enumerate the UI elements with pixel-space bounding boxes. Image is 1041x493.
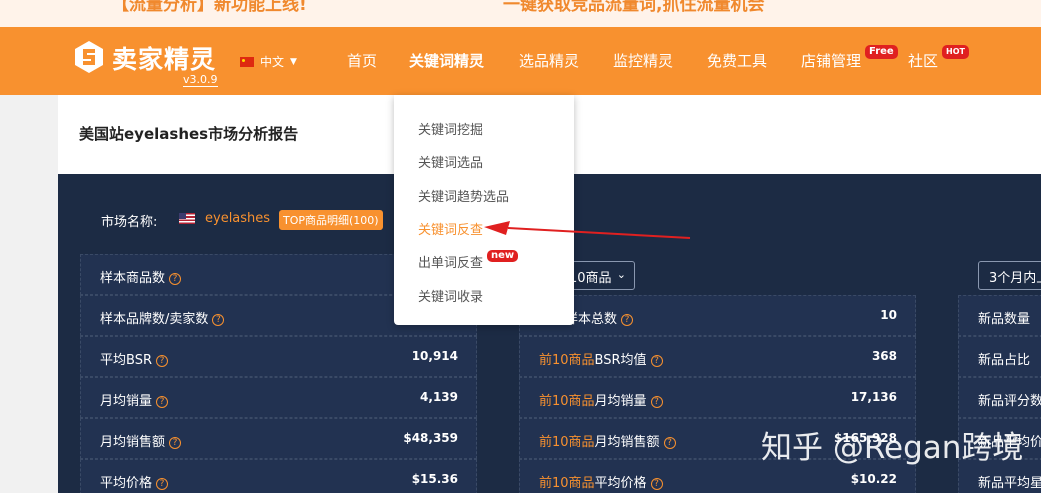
select-value: 10商品: [569, 271, 612, 286]
nav-store-management[interactable]: 店铺管理: [801, 50, 861, 71]
nav-keyword-wizard[interactable]: 关键词精灵: [409, 50, 484, 71]
market-name-label: 市场名称:: [101, 215, 158, 230]
red-arrow-icon: [484, 221, 691, 239]
nav-community[interactable]: 社区: [908, 50, 938, 71]
logo-hexagon-icon: [75, 41, 103, 73]
menu-item-reverse-asin[interactable]: 关键词反查: [418, 219, 483, 238]
menu-item-keyword-mining[interactable]: 关键词挖掘: [418, 119, 483, 138]
stat-row: 前10商品月均销量? 17,136: [519, 377, 916, 418]
stat-label: 前10商品月均销售额?: [539, 431, 676, 450]
stat-label: 平均BSR?: [100, 349, 168, 368]
stat-row: 新品评分数: [958, 377, 1041, 418]
help-icon[interactable]: ?: [650, 477, 663, 490]
chevron-down-icon: ⌄: [616, 268, 626, 281]
stat-row: 月均销售额? $48,359: [80, 418, 477, 459]
banner-left-text: 【流量分析】新功能上线!: [112, 0, 307, 15]
stat-label-text: 样本商品数: [100, 271, 166, 286]
nav-monitor-wizard[interactable]: 监控精灵: [613, 50, 673, 71]
us-flag-icon: [179, 213, 195, 224]
help-icon[interactable]: ?: [650, 395, 663, 408]
stat-value: 10: [880, 308, 897, 322]
select-value: 3个月内上: [989, 271, 1041, 286]
app-root: 【流量分析】新功能上线! 一键获取竞品流量词,抓住流量机会 卖家精灵 v3.0.…: [0, 0, 1041, 493]
top-products-tag[interactable]: TOP商品明细(100): [279, 210, 383, 230]
nav-home[interactable]: 首页: [347, 50, 377, 71]
menu-item-keyword-trend[interactable]: 关键词趋势选品: [418, 186, 509, 205]
stat-row: 商品样本总数? 10: [519, 295, 916, 336]
stat-label: 前10商品BSR均值?: [539, 349, 663, 368]
stat-label-text: 平均BSR: [100, 353, 152, 368]
stat-row: 平均BSR? 10,914: [80, 336, 477, 377]
stat-label: 月均销售额?: [100, 431, 182, 450]
help-icon[interactable]: ?: [650, 354, 663, 367]
keyword-wizard-dropdown: 关键词挖掘 关键词选品 关键词趋势选品 关键词反查 出单词反查 new 关键词收…: [394, 95, 574, 325]
china-flag-icon: [240, 56, 254, 67]
help-icon[interactable]: ?: [212, 313, 225, 326]
stat-row: 月均销量? 4,139: [80, 377, 477, 418]
stat-prefix: 前10商品: [539, 353, 595, 368]
stat-label-text: 月均销量: [100, 394, 153, 409]
help-icon[interactable]: ?: [663, 436, 676, 449]
stat-value: $15.36: [411, 472, 458, 486]
stat-label-text: 样本品牌数/卖家数: [100, 312, 209, 327]
free-badge: Free: [865, 45, 898, 59]
stat-label-text: BSR均值: [594, 353, 647, 368]
new-badge: new: [487, 250, 519, 262]
page-title: 美国站eyelashes市场分析报告: [79, 125, 299, 143]
brand-version: v3.0.9: [183, 73, 218, 87]
top-navbar: 卖家精灵 v3.0.9 中文 ▼ 首页 关键词精灵 选品精灵 监控精灵 免费工具…: [0, 27, 1041, 95]
hot-badge: HOT: [942, 45, 969, 59]
stat-label-text: 平均价格: [594, 476, 647, 491]
watermark: 知乎 @Regan跨境: [761, 430, 1024, 466]
stat-value: 10,914: [411, 349, 458, 363]
stat-row: 平均价格? $15.36: [80, 459, 477, 493]
help-icon[interactable]: ?: [155, 354, 168, 367]
stat-prefix: 前10商品: [539, 476, 595, 491]
stat-label-text: 月均销售额: [594, 435, 660, 450]
stat-label: 样本品牌数/卖家数?: [100, 308, 225, 327]
help-icon[interactable]: ?: [169, 272, 182, 285]
stat-value: 17,136: [850, 390, 897, 404]
stat-label: 新品评分数: [978, 394, 1041, 409]
language-label: 中文: [260, 55, 285, 69]
stat-label: 前10商品月均销量?: [539, 390, 663, 409]
stat-label: 样本商品数?: [100, 267, 182, 286]
stat-row: 前10商品BSR均值? 368: [519, 336, 916, 377]
stat-value: $10.22: [850, 472, 897, 486]
promo-banner[interactable]: 【流量分析】新功能上线! 一键获取竞品流量词,抓住流量机会: [0, 0, 1041, 27]
stat-label: 新品占比: [978, 353, 1031, 368]
stat-label-text: 月均销量: [594, 394, 647, 409]
nav-product-wizard[interactable]: 选品精灵: [519, 50, 579, 71]
stat-label: 新品数量: [978, 312, 1031, 327]
stat-row: 新品占比: [958, 336, 1041, 377]
menu-item-keyword-product[interactable]: 关键词选品: [418, 152, 483, 171]
stat-label: 平均价格?: [100, 472, 169, 491]
language-selector[interactable]: 中文 ▼: [240, 53, 297, 70]
banner-right-text: 一键获取竞品流量词,抓住流量机会: [503, 0, 765, 15]
menu-item-keyword-index[interactable]: 关键词收录: [418, 286, 483, 305]
stat-label: 前10商品平均价格?: [539, 472, 663, 491]
brand-logo[interactable]: 卖家精灵 v3.0.9: [72, 38, 222, 87]
stat-row: 新品数量: [958, 295, 1041, 336]
stat-value: $48,359: [403, 431, 458, 445]
stat-label: 月均销量?: [100, 390, 169, 409]
brand-name: 卖家精灵: [112, 45, 217, 74]
stat-prefix: 前10商品: [539, 394, 595, 409]
market-keyword-link[interactable]: eyelashes: [205, 211, 270, 226]
nav-free-tools[interactable]: 免费工具: [707, 50, 767, 71]
stat-value: 368: [871, 349, 897, 363]
help-icon[interactable]: ?: [621, 313, 634, 326]
stat-label: 新品平均星: [978, 476, 1041, 491]
help-icon[interactable]: ?: [156, 477, 169, 490]
stat-label-text: 平均价格: [100, 476, 153, 491]
menu-item-order-keyword[interactable]: 出单词反查: [418, 252, 483, 271]
help-icon[interactable]: ?: [156, 395, 169, 408]
stat-prefix: 前10商品: [539, 435, 595, 450]
period-select[interactable]: 3个月内上: [978, 261, 1041, 290]
stat-value: 4,139: [420, 390, 458, 404]
help-icon[interactable]: ?: [169, 436, 182, 449]
stat-label-text: 月均销售额: [100, 435, 166, 450]
chevron-down-icon: ▼: [290, 56, 297, 67]
